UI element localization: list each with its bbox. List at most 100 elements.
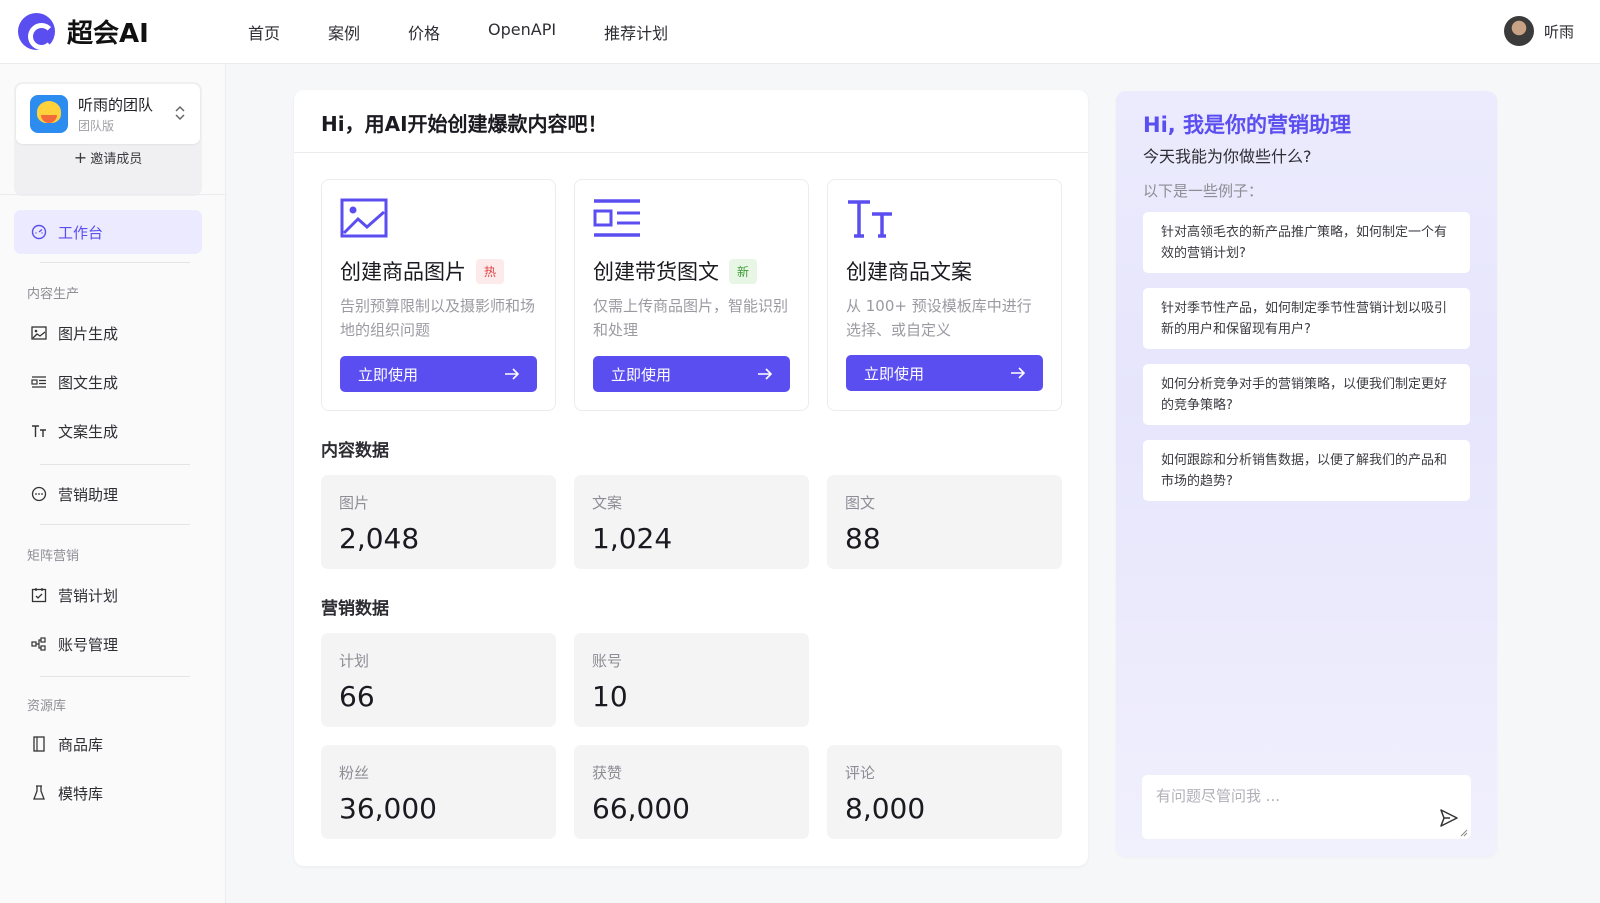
- stat-value: 88: [845, 522, 881, 555]
- sidebar-item-image-gen[interactable]: 图片生成: [14, 311, 202, 355]
- sidebar-item-label: 图文生成: [58, 373, 119, 392]
- sidebar-item-accounts[interactable]: 账号管理: [14, 622, 202, 666]
- stat-label: 计划: [339, 652, 370, 670]
- invite-member-button[interactable]: + 邀请成员: [14, 148, 202, 167]
- stat-value: 66: [339, 680, 375, 713]
- stat-label: 获赞: [592, 764, 623, 782]
- main-card: Hi，用AI开始创建爆款内容吧！ 创建商品图片 热 告别预算限制以及摄影师和场地…: [294, 90, 1088, 866]
- sidebar-item-assistant[interactable]: 营销助理: [14, 472, 202, 516]
- group-label-matrix: 矩阵营销: [27, 549, 80, 564]
- stat-card: 账号 10: [574, 633, 809, 727]
- divider: [294, 152, 1088, 153]
- resize-handle-icon[interactable]: [1460, 829, 1468, 837]
- arrow-right-icon: [1011, 367, 1026, 379]
- nav-openapi[interactable]: OpenAPI: [488, 20, 556, 44]
- team-avatar: [30, 95, 68, 133]
- team-switcher[interactable]: 听雨的团队 团队版: [16, 84, 200, 144]
- team-card: 听雨的团队 团队版 + 邀请成员: [14, 82, 202, 196]
- text-icon: [846, 198, 894, 240]
- feature-title: 创建商品图片 热: [340, 256, 505, 286]
- feature-title-text: 创建商品文案: [846, 260, 972, 284]
- sidebar-item-label: 营销助理: [58, 485, 119, 504]
- page-title: Hi，用AI开始创建爆款内容吧！: [321, 112, 608, 136]
- text-icon: [30, 422, 48, 440]
- team-name: 听雨的团队: [78, 96, 154, 114]
- arrow-right-icon: [758, 368, 773, 380]
- use-now-button[interactable]: 立即使用: [340, 356, 537, 392]
- assistant-subtitle: 今天我能为你做些什么?: [1143, 147, 1312, 166]
- section-title-content: 内容数据: [321, 441, 389, 461]
- sidebar-item-label: 文案生成: [58, 422, 119, 441]
- example-prompt[interactable]: 针对季节性产品，如何制定季节性营销计划以吸引新的用户和保留现有用户?: [1143, 288, 1470, 349]
- button-label: 立即使用: [864, 364, 925, 383]
- stat-value: 66,000: [592, 792, 690, 825]
- invite-label: 邀请成员: [90, 152, 143, 167]
- feature-desc: 从 100+ 预设模板库中进行选择、或自定义: [846, 297, 1032, 339]
- model-icon: [30, 784, 48, 802]
- hot-badge: 热: [476, 258, 505, 284]
- main-nav: 首页 案例 价格 OpenAPI 推荐计划: [248, 20, 716, 44]
- feature-card-product-image: 创建商品图片 热 告别预算限制以及摄影师和场地的组织问题 立即使用: [321, 179, 556, 411]
- feature-title-text: 创建商品图片: [340, 260, 466, 284]
- sidebar: 听雨的团队 团队版 + 邀请成员 工作台 内容生产 图片生成 图文生成 文案生成…: [0, 64, 226, 903]
- button-label: 立即使用: [358, 365, 419, 384]
- use-now-button[interactable]: 立即使用: [593, 356, 790, 392]
- sidebar-item-copy-gen[interactable]: 文案生成: [14, 409, 202, 453]
- sidebar-item-article-gen[interactable]: 图文生成: [14, 360, 202, 404]
- sidebar-item-workbench[interactable]: 工作台: [14, 210, 202, 254]
- send-icon[interactable]: [1438, 807, 1460, 829]
- sidebar-item-marketing-plan[interactable]: 营销计划: [14, 573, 202, 617]
- example-prompt[interactable]: 如何分析竞争对手的营销策略，以便我们制定更好的竞争策略?: [1143, 364, 1470, 425]
- divider: [40, 524, 190, 525]
- stat-value: 10: [592, 680, 628, 713]
- feature-title: 创建带货图文 新: [593, 256, 758, 286]
- feature-card-product-copy: 创建商品文案 从 100+ 预设模板库中进行选择、或自定义 立即使用: [827, 179, 1062, 411]
- image-icon: [30, 324, 48, 342]
- book-icon: [30, 735, 48, 753]
- assistant-panel: Hi, 我是你的营销助理 今天我能为你做些什么? 以下是一些例子： 针对高领毛衣…: [1116, 91, 1497, 857]
- sidebar-item-label: 工作台: [58, 223, 104, 242]
- nav-cases[interactable]: 案例: [328, 20, 360, 44]
- use-now-button[interactable]: 立即使用: [846, 355, 1043, 391]
- new-badge: 新: [729, 258, 758, 284]
- user-menu[interactable]: 听雨: [1503, 16, 1574, 46]
- examples-hint: 以下是一些例子：: [1143, 182, 1264, 200]
- calendar-check-icon: [30, 586, 48, 604]
- stat-value: 2,048: [339, 522, 420, 555]
- nav-home[interactable]: 首页: [248, 20, 280, 44]
- sidebar-item-label: 图片生成: [58, 324, 119, 343]
- nav-pricing[interactable]: 价格: [408, 20, 440, 44]
- sidebar-item-models[interactable]: 模特库: [14, 771, 202, 815]
- logo[interactable]: 超会AI: [18, 13, 208, 50]
- sidebar-item-label: 模特库: [58, 784, 104, 803]
- stat-value: 1,024: [592, 522, 673, 555]
- layout-icon: [30, 373, 48, 391]
- feature-card-product-article: 创建带货图文 新 仅需上传商品图片，智能识别和处理 立即使用: [574, 179, 809, 411]
- stat-card: 图文 88: [827, 475, 1062, 569]
- divider: [40, 262, 190, 263]
- stat-value: 36,000: [339, 792, 437, 825]
- example-prompt[interactable]: 针对高领毛衣的新产品推广策略，如何制定一个有效的营销计划?: [1143, 212, 1470, 273]
- dashboard-icon: [30, 223, 48, 241]
- layout-icon: [593, 198, 641, 240]
- sidebar-item-label: 营销计划: [58, 586, 119, 605]
- chevron-up-down-icon: [174, 104, 186, 123]
- feature-title: 创建商品文案: [846, 256, 972, 286]
- divider: [0, 194, 226, 195]
- sidebar-item-products[interactable]: 商品库: [14, 722, 202, 766]
- nav-referral[interactable]: 推荐计划: [604, 20, 668, 44]
- example-prompt[interactable]: 如何跟踪和分析销售数据，以便了解我们的产品和市场的趋势?: [1143, 440, 1470, 501]
- chat-input[interactable]: [1142, 775, 1471, 839]
- stat-label: 图片: [339, 494, 370, 512]
- stat-label: 文案: [592, 494, 623, 512]
- section-title-marketing: 营销数据: [321, 599, 389, 619]
- chat-icon: [30, 485, 48, 503]
- image-icon: [340, 198, 388, 240]
- assistant-title: Hi, 我是你的营销助理: [1143, 113, 1352, 137]
- feature-desc: 仅需上传商品图片，智能识别和处理: [593, 297, 789, 339]
- group-label-library: 资源库: [27, 699, 67, 714]
- button-label: 立即使用: [611, 365, 672, 384]
- stat-card: 粉丝 36,000: [321, 745, 556, 839]
- group-label-content: 内容生产: [27, 287, 80, 302]
- stat-label: 粉丝: [339, 764, 370, 782]
